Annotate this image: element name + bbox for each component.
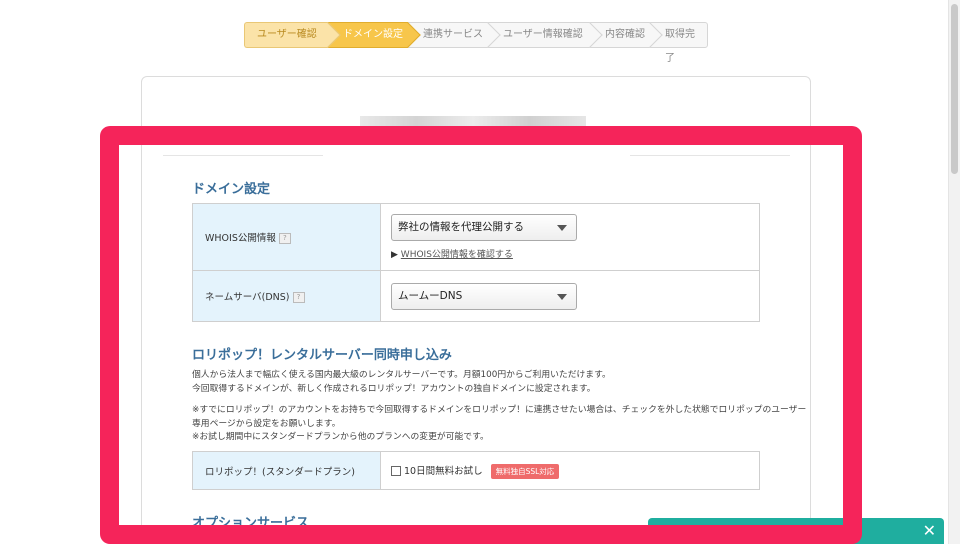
whois-link-row: ▶ WHOIS公開情報を確認する — [391, 247, 759, 260]
lolipop-plan-table: ロリポップ！(スタンダードプラン) 10日間無料お試し 無料独自SSL対応 — [192, 451, 760, 490]
whois-select[interactable]: 弊社の情報を代理公開する — [391, 214, 577, 241]
domain-settings-title: ドメイン設定 — [192, 182, 271, 197]
divider — [630, 155, 790, 156]
chevron-down-icon — [557, 225, 567, 231]
note-line: ※すでにロリポップ！のアカウントをお持ちで今回取得するドメインをロリポップ！に連… — [192, 405, 807, 415]
description-line: 個人から法人まで幅広く使える国内最大級のレンタルサーバーです。月額100円からご… — [192, 370, 611, 380]
nameserver-row: ネームサーバ(DNS)? ムームーDNS — [192, 270, 760, 322]
scrollbar[interactable] — [948, 0, 960, 544]
step-label: 内容確認 — [605, 29, 645, 40]
lolipop-description: 個人から法人まで幅広く使える国内最大級のレンタルサーバーです。月額100円からご… — [192, 369, 611, 396]
plan-label: ロリポップ！(スタンダードプラン) — [205, 466, 355, 478]
note-line: 専用ページから設定をお願いします。 — [192, 418, 341, 429]
plan-label-cell: ロリポップ！(スタンダードプラン) — [192, 451, 381, 490]
step-label: ユーザー情報確認 — [503, 29, 583, 40]
help-icon[interactable]: ? — [278, 233, 291, 244]
domain-settings-table: WHOIS公開情報? 弊社の情報を代理公開する ▶ WHOIS公開情報を確認する… — [192, 203, 760, 322]
trial-checkbox[interactable] — [391, 466, 401, 476]
nameserver-select[interactable]: ムームーDNS — [391, 282, 577, 310]
bottom-notification-bar: ✕ — [648, 518, 944, 544]
whois-selected-value: 弊社の情報を代理公開する — [398, 221, 524, 233]
trial-label[interactable]: 10日間無料お試し — [404, 466, 483, 477]
help-icon[interactable]: ? — [292, 292, 305, 303]
whois-value-cell: 弊社の情報を代理公開する ▶ WHOIS公開情報を確認する — [380, 203, 760, 271]
step-label: 連携サービス — [423, 29, 483, 40]
option-services-title: オプションサービス — [192, 516, 310, 531]
nameserver-label: ネームサーバ(DNS) — [205, 292, 290, 303]
plan-row: ロリポップ！(スタンダードプラン) 10日間無料お試し 無料独自SSL対応 — [192, 451, 760, 490]
whois-check-link[interactable]: WHOIS公開情報を確認する — [401, 250, 513, 260]
step-label: ユーザー確認 — [257, 29, 317, 40]
chevron-down-icon — [557, 293, 567, 300]
step-label: ドメイン設定 — [343, 29, 403, 40]
triangle-right-icon: ▶ — [391, 250, 398, 260]
note-line: ※お試し期間中にスタンダードプランから他のプランへの変更が可能です。 — [192, 432, 489, 442]
nameserver-selected-value: ムームーDNS — [398, 289, 463, 302]
blurred-domain-name — [360, 116, 586, 130]
step-label: 取得完了 — [665, 29, 695, 64]
close-icon[interactable]: ✕ — [923, 521, 936, 540]
progress-steps: ユーザー確認 ドメイン設定 連携サービス ユーザー情報確認 内容確認 取得完了 — [244, 22, 708, 64]
ssl-badge: 無料独自SSL対応 — [490, 463, 560, 479]
lolipop-notes: ※すでにロリポップ！のアカウントをお持ちで今回取得するドメインをロリポップ！に連… — [192, 404, 807, 445]
divider — [163, 155, 323, 156]
scrollbar-thumb[interactable] — [951, 4, 958, 174]
nameserver-label-cell: ネームサーバ(DNS)? — [192, 270, 381, 322]
whois-row: WHOIS公開情報? 弊社の情報を代理公開する ▶ WHOIS公開情報を確認する — [192, 203, 760, 271]
whois-label-cell: WHOIS公開情報? — [192, 203, 381, 271]
whois-label: WHOIS公開情報 — [205, 233, 276, 244]
description-line: 今回取得するドメインが、新しく作成されるロリポップ！アカウントの独自ドメインに設… — [192, 383, 596, 394]
step-user-confirm: ユーザー確認 — [244, 22, 341, 48]
plan-value-cell: 10日間無料お試し 無料独自SSL対応 — [380, 451, 760, 490]
nameserver-value-cell: ムームーDNS — [380, 270, 760, 322]
step-user-info-confirm: ユーザー情報確認 — [488, 22, 603, 48]
lolipop-title: ロリポップ！レンタルサーバー同時申し込み — [192, 348, 452, 363]
